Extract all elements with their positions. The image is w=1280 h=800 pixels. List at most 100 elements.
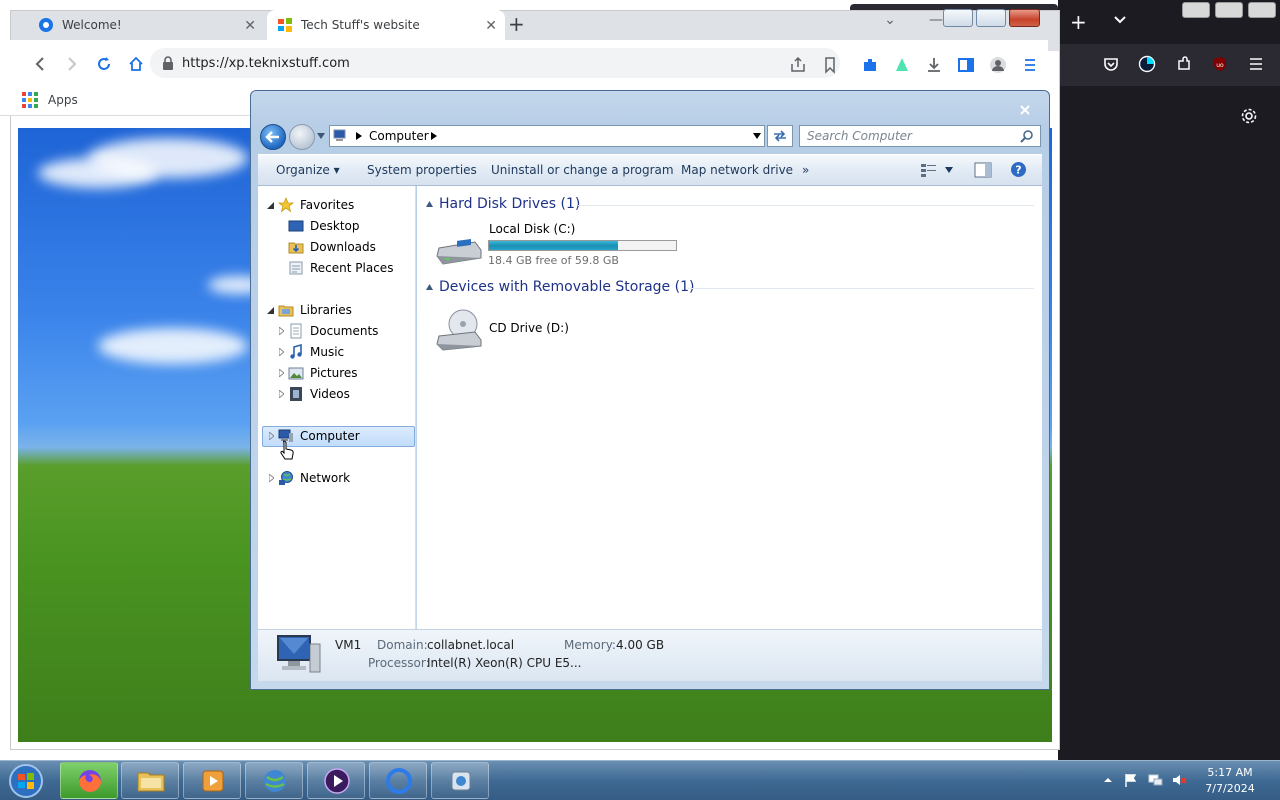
menu-icon[interactable] xyxy=(1247,55,1265,73)
collapsed-arrow-icon[interactable] xyxy=(269,432,274,440)
nav-libraries[interactable]: Libraries xyxy=(278,302,352,318)
recent-pages-chevron-icon[interactable] xyxy=(317,133,325,139)
collapsed-arrow-icon[interactable] xyxy=(279,390,284,398)
expanded-arrow-icon[interactable] xyxy=(267,202,274,209)
explorer-minimize-button[interactable] xyxy=(943,9,973,27)
tab-search-icon[interactable]: ⌄ xyxy=(882,12,898,28)
extensions-puzzle-icon[interactable] xyxy=(861,56,879,74)
nav-videos[interactable]: Videos xyxy=(288,386,350,402)
collapsed-arrow-icon[interactable] xyxy=(279,327,284,335)
taskbar-media-player-button[interactable] xyxy=(183,762,241,799)
preview-pane-icon[interactable] xyxy=(974,162,992,178)
pocket-icon[interactable] xyxy=(1102,55,1120,73)
expanded-arrow-icon[interactable] xyxy=(267,307,274,314)
organize-button[interactable]: Organize ▾ xyxy=(276,163,340,177)
host-restore-button[interactable] xyxy=(1215,2,1243,18)
details-pane xyxy=(258,629,1042,681)
close-tab-icon[interactable]: ✕ xyxy=(244,18,256,34)
close-tab-icon[interactable]: ✕ xyxy=(485,18,497,34)
taskbar-chrome-button[interactable] xyxy=(369,762,427,799)
tray-show-hidden-icon[interactable] xyxy=(1100,772,1116,788)
taskbar-explorer-button[interactable] xyxy=(121,762,179,799)
side-panel-icon[interactable] xyxy=(957,56,975,74)
nav-favorites[interactable]: Favorites xyxy=(278,197,354,213)
taskbar-clock[interactable]: 5:17 AM 7/7/2024 xyxy=(1195,765,1265,797)
domain-label: Domain: xyxy=(377,638,428,652)
windows-favicon-icon xyxy=(278,18,292,32)
nav-label: Music xyxy=(310,345,345,359)
collapsed-arrow-icon[interactable] xyxy=(279,348,284,356)
apps-shortcut[interactable]: Apps xyxy=(22,92,78,108)
bookmark-star-icon[interactable] xyxy=(821,56,839,74)
start-orb-icon[interactable] xyxy=(6,763,46,799)
more-commands-button[interactable]: » xyxy=(802,163,809,177)
search-icon[interactable] xyxy=(1020,129,1034,143)
computer-small-icon xyxy=(333,129,346,141)
nav-downloads[interactable]: Downloads xyxy=(288,239,376,255)
collapsed-arrow-icon[interactable] xyxy=(269,474,274,482)
group-divider xyxy=(688,288,1034,289)
collapsed-arrow-icon[interactable] xyxy=(279,369,284,377)
network-tray-icon[interactable] xyxy=(1147,772,1163,788)
ublock-icon[interactable]: uo xyxy=(1211,55,1229,73)
local-disk-c-name[interactable]: Local Disk (C:) xyxy=(489,222,575,236)
breadcrumb-arrow-icon[interactable] xyxy=(356,132,362,140)
music-note-icon xyxy=(290,344,302,359)
pictures-icon xyxy=(288,367,304,380)
nav-pictures[interactable]: Pictures xyxy=(288,365,358,381)
volume-muted-icon[interactable] xyxy=(1171,772,1187,788)
address-dropdown-icon[interactable] xyxy=(753,133,761,139)
taskbar-firefox-button[interactable] xyxy=(60,762,118,799)
profile-icon[interactable] xyxy=(989,56,1007,74)
documents-icon xyxy=(290,323,302,339)
forward-icon[interactable] xyxy=(64,56,80,72)
account-icon[interactable] xyxy=(1138,55,1156,73)
map-network-drive-button[interactable]: Map network drive xyxy=(681,163,793,177)
url-text[interactable]: https://xp.teknixstuff.com xyxy=(182,56,350,71)
chrome-menu-icon[interactable] xyxy=(1021,56,1039,74)
nav-music[interactable]: Music xyxy=(288,344,344,360)
taskbar-player-button[interactable] xyxy=(307,762,365,799)
explorer-close-button[interactable] xyxy=(1009,9,1040,27)
group-collapse-icon[interactable] xyxy=(426,284,433,290)
tab-tech-stuff[interactable]: Tech Stuff's website ✕ xyxy=(267,10,505,40)
hard-disk-drive-icon[interactable] xyxy=(435,236,483,266)
group-removable-storage[interactable]: Devices with Removable Storage (1) xyxy=(439,279,694,295)
new-tab-icon[interactable]: + xyxy=(508,12,525,36)
host-minimize-button[interactable] xyxy=(1182,2,1210,18)
view-dropdown-icon[interactable] xyxy=(945,167,953,173)
uninstall-program-button[interactable]: Uninstall or change a program xyxy=(491,163,674,177)
minimize-icon[interactable]: — xyxy=(928,12,944,28)
cd-drive-icon[interactable] xyxy=(435,306,483,352)
download-icon[interactable] xyxy=(925,56,943,74)
cd-drive-d-name[interactable]: CD Drive (D:) xyxy=(489,321,569,335)
share-icon[interactable] xyxy=(789,56,807,74)
breadcrumb-arrow-icon[interactable] xyxy=(431,132,437,140)
tab-welcome[interactable]: Welcome! ✕ xyxy=(28,10,264,40)
group-hard-disk-drives[interactable]: Hard Disk Drives (1) xyxy=(439,196,580,212)
explorer-forward-button[interactable] xyxy=(289,124,315,150)
extension-green-icon[interactable] xyxy=(893,56,911,74)
explorer-maximize-button[interactable] xyxy=(976,9,1006,27)
nav-documents[interactable]: Documents xyxy=(288,323,378,339)
taskbar-network-button[interactable] xyxy=(245,762,303,799)
change-view-icon[interactable] xyxy=(920,162,938,178)
home-icon[interactable] xyxy=(128,56,144,72)
taskbar-tools-button[interactable] xyxy=(431,762,489,799)
gear-icon[interactable] xyxy=(1240,107,1258,125)
nav-network[interactable]: Network xyxy=(278,470,350,486)
group-collapse-icon[interactable] xyxy=(426,201,433,207)
help-icon[interactable]: ? xyxy=(1010,161,1027,178)
nav-recent-places[interactable]: Recent Places xyxy=(288,260,393,276)
host-close-button[interactable] xyxy=(1248,2,1276,18)
lock-icon[interactable] xyxy=(162,56,174,70)
breadcrumb-computer[interactable]: Computer xyxy=(369,129,429,143)
action-center-flag-icon[interactable] xyxy=(1123,772,1139,788)
system-properties-button[interactable]: System properties xyxy=(367,163,477,177)
host-new-tab-icon[interactable]: + xyxy=(1070,12,1087,32)
nav-desktop[interactable]: Desktop xyxy=(288,218,360,234)
back-icon[interactable] xyxy=(32,56,48,72)
extensions-icon[interactable] xyxy=(1175,55,1193,73)
reload-icon[interactable] xyxy=(96,56,112,72)
host-tab-list-icon[interactable] xyxy=(1112,12,1128,28)
